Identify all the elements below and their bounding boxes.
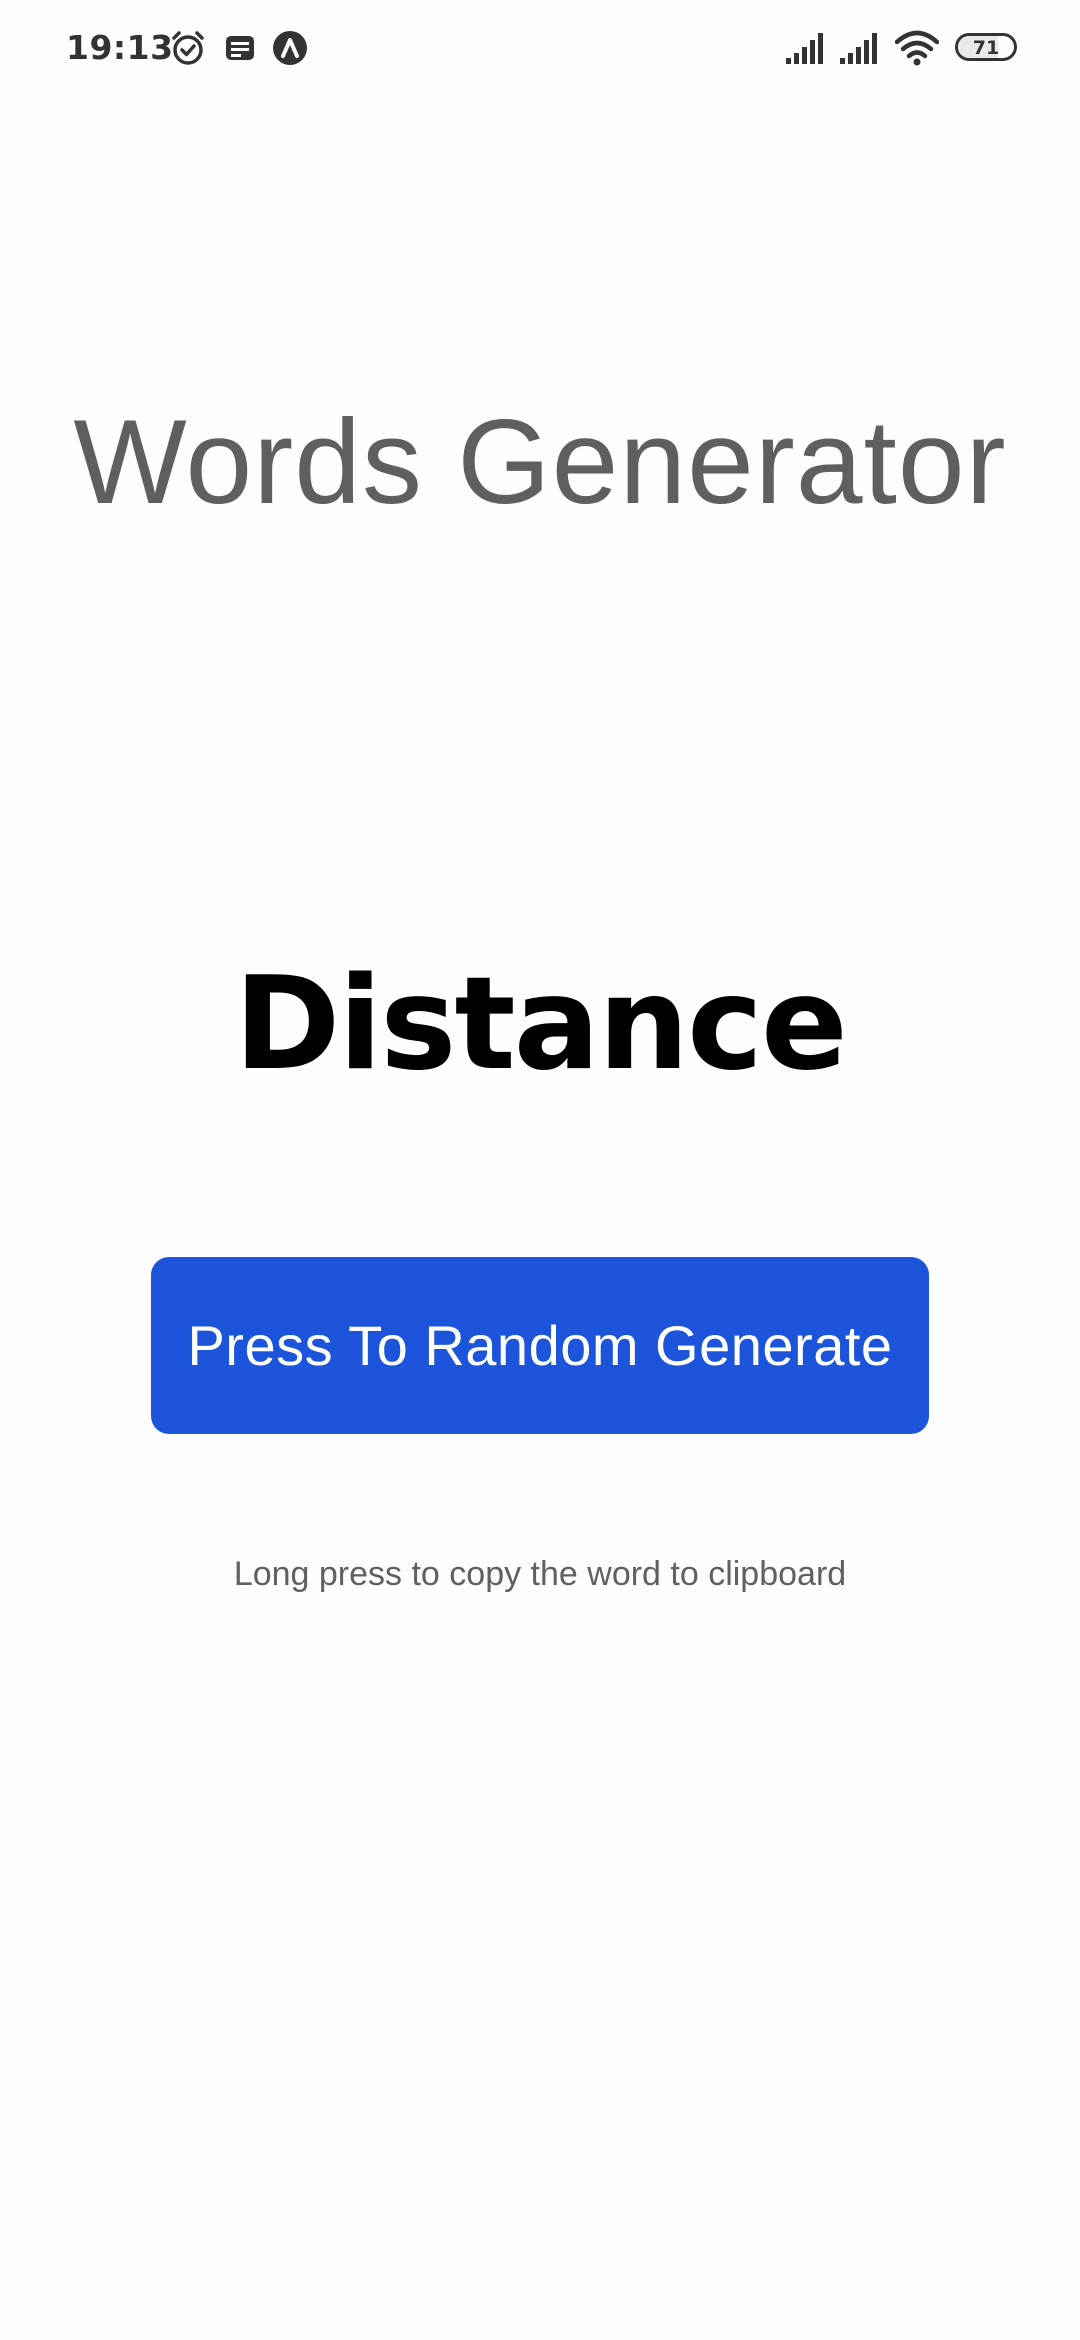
signal-icon — [838, 28, 882, 68]
app-title: Words Generator — [73, 395, 1007, 529]
generated-word[interactable]: Distance — [0, 950, 1080, 1100]
status-time: 19:13 — [66, 28, 174, 67]
wifi-icon — [895, 28, 939, 68]
app-notification-icon — [270, 28, 310, 68]
alarm-icon — [168, 28, 208, 68]
generate-button[interactable]: Press To Random Generate — [151, 1257, 929, 1434]
signal-icon — [784, 28, 828, 68]
battery-level: 71 — [972, 37, 1000, 59]
status-bar: 19:13 71 — [0, 0, 1080, 96]
copy-hint: Long press to copy the word to clipboard — [233, 1555, 847, 1593]
notes-icon — [220, 28, 260, 68]
battery-icon: 71 — [955, 33, 1017, 61]
